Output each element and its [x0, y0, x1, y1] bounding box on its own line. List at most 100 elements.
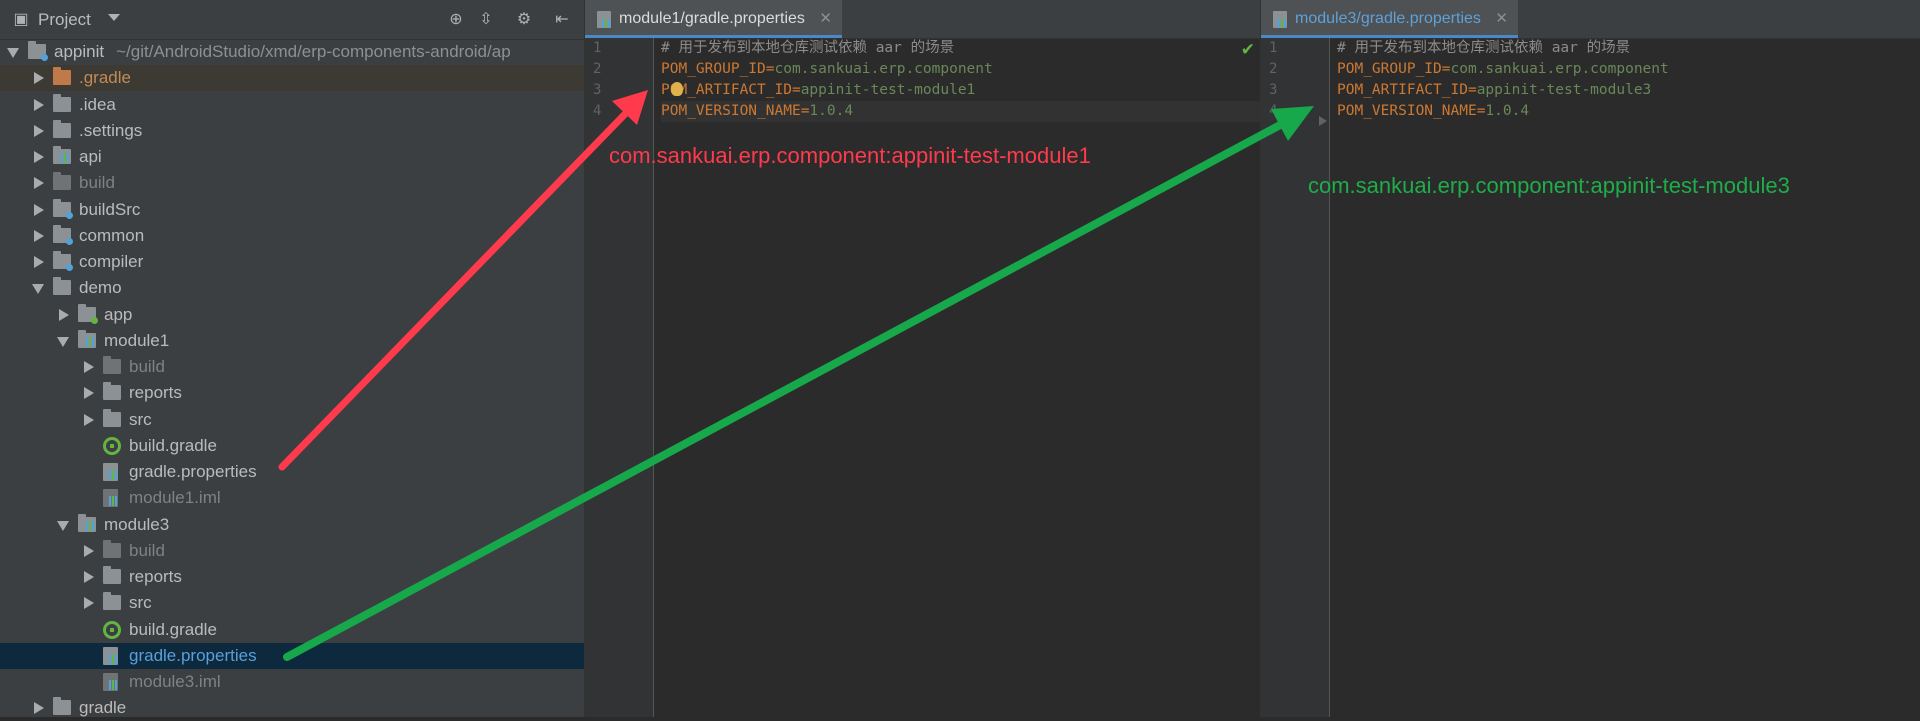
chevron-down-icon[interactable]	[57, 520, 69, 531]
code-line[interactable]: POM_VERSION_NAME=1.0.4	[1337, 101, 1920, 122]
editor-tab-module3-gradle-properties[interactable]: module3/gradle.properties ✕	[1261, 0, 1518, 38]
chevron-right-icon[interactable]	[34, 702, 44, 715]
tree-item-gradle[interactable]: .gradle	[0, 65, 584, 92]
chevron-right-icon[interactable]	[34, 151, 44, 163]
lightbulb-icon[interactable]	[671, 82, 683, 96]
tree-item-name: src	[129, 593, 152, 613]
tree-item-name: module3	[104, 514, 170, 534]
project-view-icon[interactable]: ▣	[12, 11, 30, 29]
code-line[interactable]: POM_GROUP_ID=com.sankuai.erp.component	[661, 59, 1261, 80]
gear-icon[interactable]: ⚙	[515, 11, 533, 29]
equals-sign: =	[1467, 82, 1477, 98]
tree-item-gradle-properties[interactable]: gradle.properties	[0, 642, 584, 669]
tree-item-label: app	[104, 305, 132, 325]
excluded-folder-icon	[53, 172, 71, 191]
project-panel-header: ▣ Project ⊕ ⇳ ⚙ ⇤	[0, 0, 584, 40]
tree-item-module1-iml[interactable]: module1.iml	[0, 485, 584, 511]
chevron-right-icon[interactable]	[34, 203, 44, 216]
tree-item-gradle[interactable]: gradle	[0, 695, 584, 721]
chevron-right-icon[interactable]	[34, 177, 44, 190]
excluded-folder-icon	[103, 539, 121, 558]
line-number: 4	[593, 103, 602, 119]
tree-item-label: demo	[79, 278, 122, 298]
tree-item-compiler[interactable]: compiler	[0, 249, 584, 275]
tree-item-label: .gradle	[79, 68, 131, 88]
tree-item-reports[interactable]: reports	[0, 380, 584, 406]
properties-file-icon	[597, 11, 611, 28]
annotation-label: com.sankuai.erp.component:appinit-test-m…	[1308, 173, 1790, 198]
tree-item-name: common	[79, 225, 145, 245]
chevron-down-icon[interactable]	[108, 14, 120, 21]
chevron-right-icon[interactable]	[84, 571, 94, 583]
tree-item-gradle-properties[interactable]: gradle.properties	[0, 459, 584, 485]
target-icon[interactable]: ⊕	[447, 11, 465, 29]
editor-tab-module1-gradle-properties[interactable]: module1/gradle.properties ✕	[585, 0, 842, 38]
tree-item-reports[interactable]: reports	[0, 564, 584, 590]
properties-file-icon	[103, 463, 118, 481]
tree-item-settings[interactable]: .settings	[0, 118, 584, 144]
tree-item-src[interactable]: src	[0, 590, 584, 616]
code-line[interactable]: # 用于发布到本地仓库测试依赖 aar 的场景	[661, 38, 1261, 59]
chevron-down-icon[interactable]	[7, 48, 19, 58]
tree-item-idea[interactable]: .idea	[0, 92, 584, 118]
code-line[interactable]: POM_VERSION_NAME=1.0.4	[661, 101, 1261, 122]
tree-item-label: compiler	[79, 252, 143, 272]
chevron-right-icon[interactable]	[84, 544, 94, 557]
close-icon[interactable]: ✕	[819, 10, 832, 27]
source-folder-icon	[53, 224, 73, 245]
property-key: POM_VERSION_NAME	[1337, 103, 1477, 119]
tree-item-module1[interactable]: module1	[0, 328, 584, 354]
tree-item-label: gradle	[79, 698, 126, 718]
chevron-down-icon[interactable]	[32, 284, 44, 295]
code-line[interactable]: POM_ARTIFACT_ID=appinit-test-module1	[661, 80, 1261, 101]
property-key: POM_GROUP_ID	[661, 61, 766, 77]
tree-item-app[interactable]: app	[0, 302, 584, 328]
tree-item-label: module1	[104, 331, 169, 351]
chevron-right-icon[interactable]	[34, 72, 44, 85]
tree-item-label: gradle.properties	[129, 646, 257, 666]
code-line[interactable]: # 用于发布到本地仓库测试依赖 aar 的场景	[1337, 38, 1920, 59]
tree-item-name: build	[79, 173, 115, 193]
tree-item-common[interactable]: common	[0, 223, 584, 249]
chevron-right-icon[interactable]	[34, 229, 44, 242]
chevron-right-icon[interactable]	[34, 124, 44, 137]
code-line[interactable]: POM_ARTIFACT_ID=appinit-test-module3	[1337, 80, 1920, 101]
tree-item-module3[interactable]: module3	[0, 512, 584, 538]
fold-marker-icon[interactable]	[1319, 116, 1327, 126]
editor-tab-bar: module3/gradle.properties ✕	[1261, 0, 1920, 39]
tree-item-build[interactable]: build	[0, 538, 584, 564]
tree-item-build-gradle[interactable]: build.gradle	[0, 433, 584, 459]
folder-icon	[103, 566, 121, 584]
tree-item-src[interactable]: src	[0, 407, 584, 433]
collapse-all-icon[interactable]: ⇳	[477, 11, 495, 29]
close-icon[interactable]: ✕	[1495, 10, 1508, 27]
chevron-right-icon[interactable]	[84, 597, 94, 610]
tree-item-label: common	[79, 226, 144, 246]
chevron-right-icon[interactable]	[84, 387, 94, 400]
property-value: 1.0.4	[1485, 103, 1530, 119]
gradle-module-icon	[78, 513, 96, 532]
project-module-icon	[28, 41, 48, 61]
tree-item-build[interactable]: build	[0, 354, 584, 380]
chevron-right-icon[interactable]	[34, 256, 44, 268]
tree-item-build[interactable]: build	[0, 170, 584, 196]
code-line[interactable]: POM_GROUP_ID=com.sankuai.erp.component	[1337, 59, 1920, 80]
tree-item-api[interactable]: api	[0, 144, 584, 170]
chevron-right-icon[interactable]	[84, 361, 94, 373]
project-view-selector[interactable]: Project	[38, 10, 91, 30]
chevron-right-icon[interactable]	[34, 98, 44, 111]
tree-item-name: reports	[129, 567, 182, 586]
tree-item-demo[interactable]: demo	[0, 275, 584, 301]
chevron-down-icon[interactable]	[57, 336, 69, 347]
chevron-right-icon[interactable]	[59, 308, 69, 321]
project-path: ~/git/AndroidStudio/xmd/erp-components-a…	[116, 42, 511, 61]
tree-item-module3-iml[interactable]: module3.iml	[0, 669, 584, 695]
tree-item-label: build	[129, 541, 165, 561]
chevron-right-icon[interactable]	[84, 413, 94, 426]
tree-item-buildsrc[interactable]: buildSrc	[0, 197, 584, 223]
tree-item-build-gradle[interactable]: build.gradle	[0, 617, 584, 643]
tree-item-label: build.gradle	[129, 620, 217, 640]
tree-item-appinit[interactable]: appinit ~/git/AndroidStudio/xmd/erp-compo…	[0, 39, 584, 65]
hide-panel-icon[interactable]: ⇤	[553, 11, 571, 29]
tree-item-name: .idea	[79, 94, 116, 114]
